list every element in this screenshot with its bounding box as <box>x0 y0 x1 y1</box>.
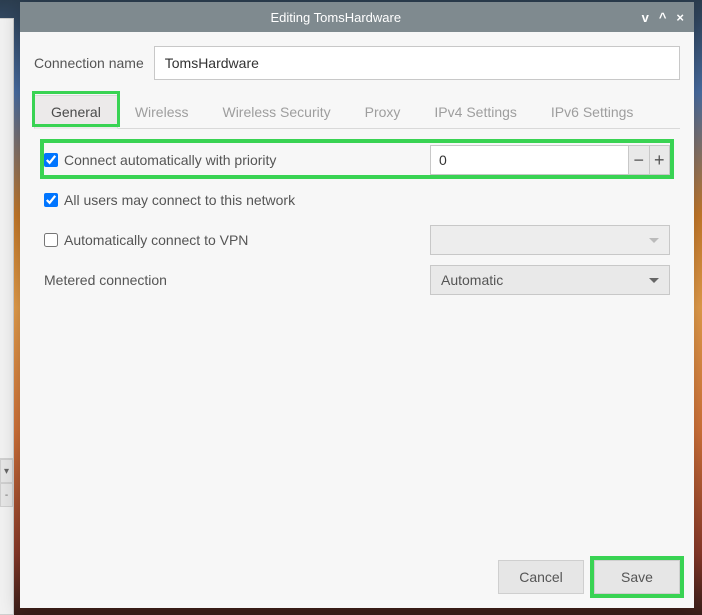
titlebar: Editing TomsHardware v ^ × <box>20 2 694 32</box>
connection-name-input[interactable] <box>154 46 680 80</box>
tab-general[interactable]: General <box>34 95 118 129</box>
chevron-down-icon <box>649 278 659 283</box>
background-panel: ▾ - <box>0 18 14 615</box>
minimize-icon[interactable]: v <box>642 10 649 25</box>
priority-spinbox: − + <box>430 145 670 175</box>
tab-wireless[interactable]: Wireless <box>118 95 206 129</box>
bg-minus-icon: - <box>0 483 13 507</box>
window-title: Editing TomsHardware <box>30 10 642 25</box>
tab-ipv4-settings[interactable]: IPv4 Settings <box>417 95 534 129</box>
cancel-button[interactable]: Cancel <box>498 560 584 594</box>
all-users-checkbox[interactable] <box>44 193 58 207</box>
auto-connect-checkbox[interactable] <box>44 153 58 167</box>
maximize-icon[interactable]: ^ <box>659 10 667 25</box>
tab-ipv6-settings[interactable]: IPv6 Settings <box>534 95 651 129</box>
auto-vpn-checkbox[interactable] <box>44 233 58 247</box>
priority-input[interactable] <box>431 146 628 174</box>
all-users-label: All users may connect to this network <box>64 192 295 208</box>
auto-connect-label: Connect automatically with priority <box>64 152 276 168</box>
metered-dropdown[interactable]: Automatic <box>430 265 670 295</box>
tab-panel-general: Connect automatically with priority − + … <box>34 129 680 538</box>
save-button[interactable]: Save <box>594 560 680 594</box>
close-icon[interactable]: × <box>676 10 684 25</box>
auto-vpn-label: Automatically connect to VPN <box>64 232 248 248</box>
dialog-window: Editing TomsHardware v ^ × Connection na… <box>20 2 694 608</box>
tabs: General Wireless Wireless Security Proxy… <box>34 94 680 129</box>
connection-name-label: Connection name <box>34 55 144 71</box>
chevron-down-icon <box>649 238 659 243</box>
metered-dropdown-value: Automatic <box>441 272 503 288</box>
dialog-footer: Cancel Save <box>20 552 694 608</box>
bg-dropdown-icon: ▾ <box>0 459 13 483</box>
tab-wireless-security[interactable]: Wireless Security <box>205 95 347 129</box>
priority-increment-button[interactable]: + <box>649 146 670 174</box>
vpn-dropdown[interactable] <box>430 225 670 255</box>
priority-decrement-button[interactable]: − <box>628 146 649 174</box>
metered-label: Metered connection <box>44 272 167 288</box>
tab-proxy[interactable]: Proxy <box>348 95 418 129</box>
